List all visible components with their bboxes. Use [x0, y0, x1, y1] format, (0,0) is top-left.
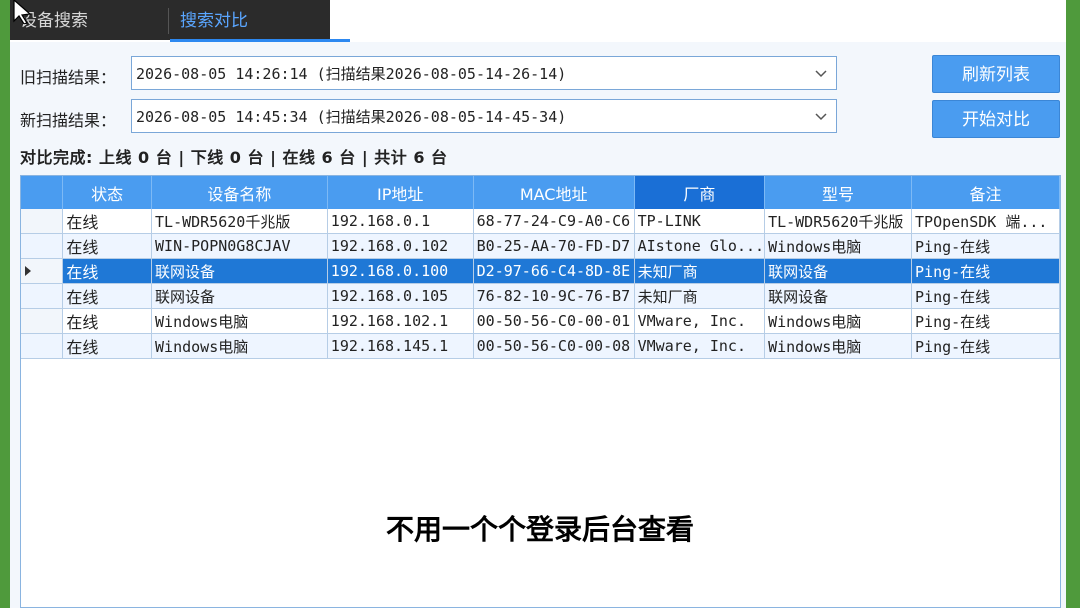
cell-device-name: Windows电脑: [151, 308, 328, 334]
cell-remark: Ping-在线: [911, 333, 1060, 359]
new-scan-label: 新扫描结果：: [20, 111, 117, 130]
cell-status: 在线: [62, 209, 153, 234]
cell-status: 在线: [62, 308, 153, 334]
current-row-arrow-icon: [25, 266, 31, 276]
column-header-mac-address[interactable]: MAC地址: [473, 176, 635, 209]
cell-ip-address: 192.168.0.102: [327, 233, 474, 259]
cell-vendor: VMware, Inc.: [634, 308, 766, 334]
cell-model: Windows电脑: [764, 233, 913, 259]
cell-model: 联网设备: [764, 258, 913, 284]
cell-remark: Ping-在线: [911, 308, 1060, 334]
row-header-corner: [21, 176, 64, 209]
cell-vendor: TP-LINK: [634, 209, 766, 234]
cell-vendor: 未知厂商: [634, 258, 766, 284]
cell-status: 在线: [62, 333, 153, 359]
table-row[interactable]: 在线 联网设备 192.168.0.100 D2-97-66-C4-8D-8E 未知厂商…: [21, 258, 1060, 284]
row-header[interactable]: [21, 233, 64, 259]
row-header[interactable]: [21, 209, 64, 234]
cell-ip-address: 192.168.0.100: [327, 258, 474, 284]
tab-separator: [168, 8, 169, 34]
table-row[interactable]: 在线 Windows电脑 192.168.145.1 00-50-56-C0-00-0…: [21, 333, 1060, 359]
table-row[interactable]: 在线 Windows电脑 192.168.102.1 00-50-56-C0-00-0…: [21, 308, 1060, 334]
table-row[interactable]: 在线 WIN-POPN0G8CJAV 192.168.0.102 B0-25-AA-7…: [21, 233, 1060, 259]
chevron-down-icon: [815, 113, 827, 121]
cell-status: 在线: [62, 258, 153, 284]
old-scan-value: 2026-08-05 14:26:14 (扫描结果2026-08-05-14-2…: [136, 65, 567, 83]
new-scan-value: 2026-08-05 14:45:34 (扫描结果2026-08-05-14-4…: [136, 108, 567, 126]
start-compare-button[interactable]: 开始对比: [932, 100, 1060, 138]
cell-mac-address: B0-25-AA-70-FD-D7: [473, 233, 635, 259]
cell-remark: Ping-在线: [911, 258, 1060, 284]
old-scan-label: 旧扫描结果：: [20, 68, 117, 87]
cell-ip-address: 192.168.0.1: [327, 209, 474, 234]
cell-remark: TPOpenSDK 端...: [911, 209, 1060, 234]
column-header-remark[interactable]: 备注: [911, 176, 1060, 209]
table-row[interactable]: 在线 联网设备 192.168.0.105 76-82-10-9C-76-B7 未知厂商…: [21, 283, 1060, 309]
cell-model: Windows电脑: [764, 333, 913, 359]
cell-ip-address: 192.168.102.1: [327, 308, 474, 334]
cell-device-name: Windows电脑: [151, 333, 328, 359]
cell-mac-address: D2-97-66-C4-8D-8E: [473, 258, 635, 284]
cell-device-name: WIN-POPN0G8CJAV: [151, 233, 328, 259]
cell-model: 联网设备: [764, 283, 913, 309]
cell-mac-address: 68-77-24-C9-A0-C6: [473, 209, 635, 234]
cell-mac-address: 76-82-10-9C-76-B7: [473, 283, 635, 309]
column-header-status[interactable]: 状态: [62, 176, 153, 209]
active-tab-indicator: [170, 39, 350, 42]
cell-remark: Ping-在线: [911, 233, 1060, 259]
cell-remark: Ping-在线: [911, 283, 1060, 309]
row-header[interactable]: [21, 258, 64, 284]
tab-search-compare[interactable]: 搜索对比: [170, 0, 350, 42]
column-header-ip-address[interactable]: IP地址: [327, 176, 474, 209]
cell-ip-address: 192.168.0.105: [327, 283, 474, 309]
table-row[interactable]: 在线 TL-WDR5620千兆版 192.168.0.1 68-77-24-C9-A0…: [21, 209, 1060, 234]
new-scan-select[interactable]: 2026-08-05 14:45:34 (扫描结果2026-08-05-14-4…: [131, 99, 837, 133]
cell-mac-address: 00-50-56-C0-00-08: [473, 333, 635, 359]
cell-model: Windows电脑: [764, 308, 913, 334]
compare-summary: 对比完成: 上线 0 台 | 下线 0 台 | 在线 6 台 | 共计 6 台: [20, 148, 448, 167]
video-caption: 不用一个个登录后台查看: [385, 513, 694, 546]
cell-vendor: VMware, Inc.: [634, 333, 766, 359]
row-header[interactable]: [21, 283, 64, 309]
row-header[interactable]: [21, 333, 64, 359]
cell-device-name: TL-WDR5620千兆版: [151, 209, 328, 234]
cell-vendor: AIstone Glo...: [634, 233, 766, 259]
cell-device-name: 联网设备: [151, 283, 328, 309]
cell-vendor: 未知厂商: [634, 283, 766, 309]
tab-search-compare-label: 搜索对比: [180, 11, 248, 31]
column-header-model[interactable]: 型号: [764, 176, 913, 209]
tab-device-search[interactable]: 设备搜索: [10, 0, 180, 40]
cell-ip-address: 192.168.145.1: [327, 333, 474, 359]
refresh-list-button[interactable]: 刷新列表: [932, 55, 1060, 93]
cell-mac-address: 00-50-56-C0-00-01: [473, 308, 635, 334]
row-header[interactable]: [21, 308, 64, 334]
mouse-cursor-icon: [13, 0, 32, 24]
column-header-vendor[interactable]: 厂商: [634, 176, 766, 209]
cell-status: 在线: [62, 283, 153, 309]
chevron-down-icon: [815, 70, 827, 78]
cell-status: 在线: [62, 233, 153, 259]
tab-bar: 设备搜索 搜索对比: [10, 0, 1066, 42]
cell-model: TL-WDR5620千兆版: [764, 209, 913, 234]
column-header-device-name[interactable]: 设备名称: [151, 176, 328, 209]
table-header-row: 状态 设备名称 IP地址 MAC地址 厂商 型号 备注: [21, 176, 1060, 209]
cell-device-name: 联网设备: [151, 258, 328, 284]
old-scan-select[interactable]: 2026-08-05 14:26:14 (扫描结果2026-08-05-14-2…: [131, 56, 837, 90]
